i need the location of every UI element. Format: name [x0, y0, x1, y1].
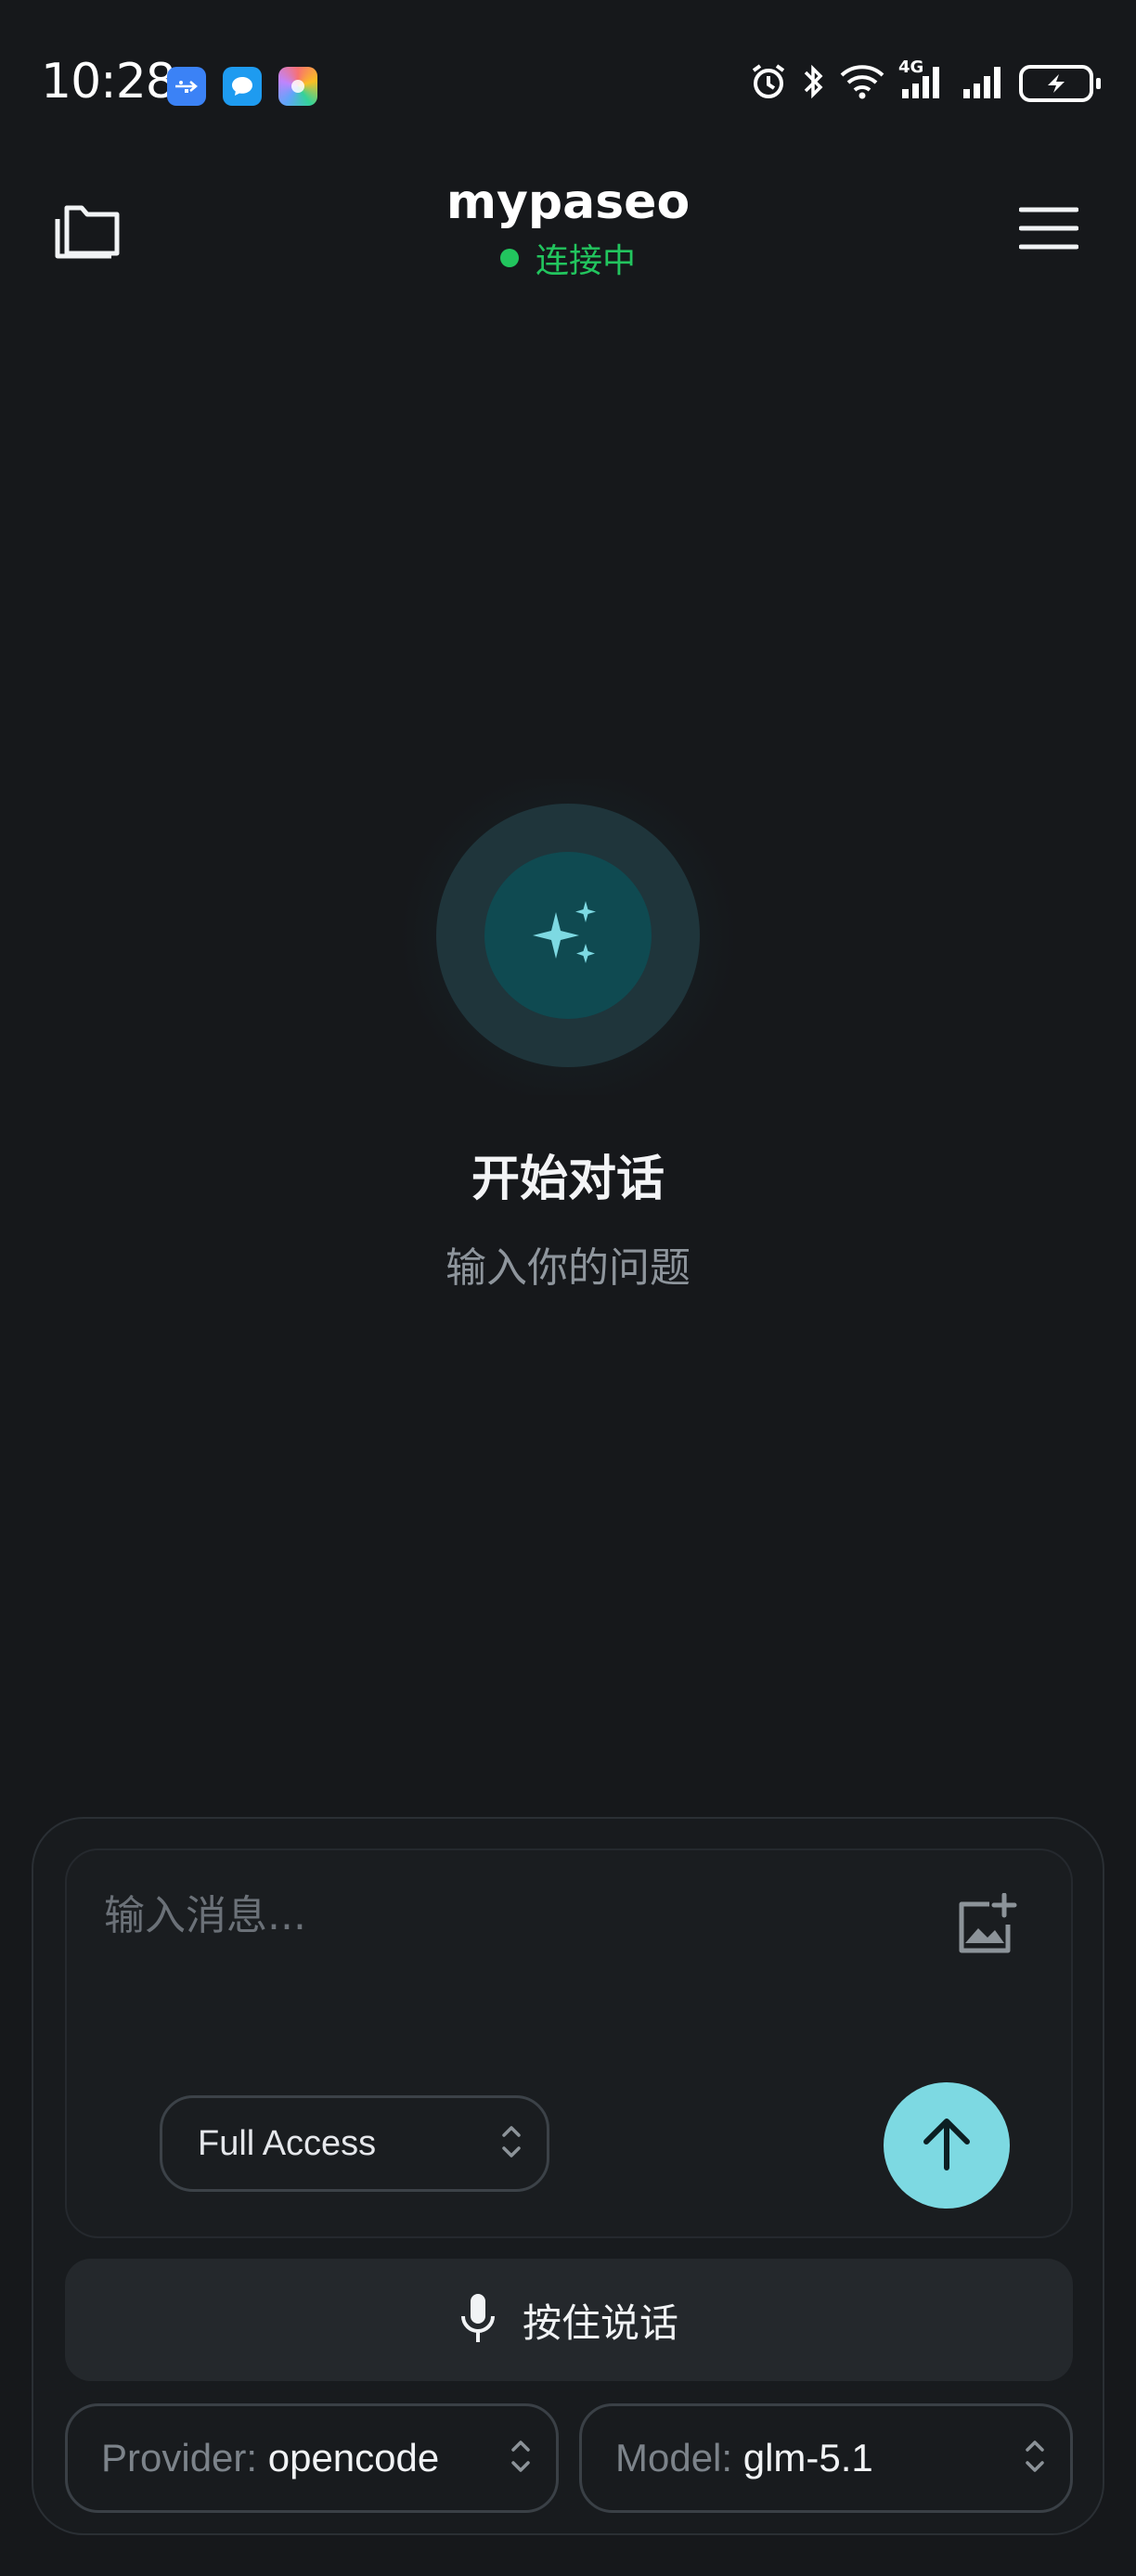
model-select-row: Provider: opencode Model: glm-5.1 — [65, 2403, 1073, 2513]
chevron-updown-icon — [1024, 2433, 1046, 2484]
bluetooth-icon — [802, 61, 826, 106]
sparkles-icon — [526, 892, 610, 979]
hero-badge-inner — [484, 852, 652, 1019]
message-input[interactable] — [102, 1882, 904, 1949]
status-time: 10:28 — [41, 54, 176, 109]
attach-image-button[interactable] — [949, 1891, 1023, 1965]
app-header: mypaseo 连接中 — [0, 167, 1136, 288]
model-value: glm-5.1 — [742, 2436, 873, 2479]
hold-to-talk-label: 按住说话 — [522, 2299, 678, 2346]
network-label: 4G — [898, 58, 924, 77]
provider-select[interactable]: Provider: opencode — [65, 2403, 559, 2513]
send-button[interactable] — [884, 2082, 1010, 2209]
connection-status-text: 连接中 — [535, 242, 636, 280]
folder-button[interactable] — [45, 187, 130, 273]
app-icon — [278, 67, 317, 106]
microphone-icon — [459, 2292, 497, 2348]
battery-charging-icon — [1019, 65, 1101, 102]
header-title-block: mypaseo 连接中 — [336, 173, 800, 282]
model-select[interactable]: Model: glm-5.1 — [579, 2403, 1073, 2513]
connection-status: 连接中 — [336, 234, 800, 282]
status-indicators: 4G — [748, 58, 1101, 106]
chevron-updown-icon — [500, 2119, 523, 2169]
provider-value: opencode — [267, 2436, 440, 2479]
status-dot — [499, 249, 519, 267]
notification-icons — [167, 67, 317, 106]
hero-badge — [436, 804, 700, 1067]
model-select-text: Model: glm-5.1 — [615, 2436, 1024, 2480]
access-mode-label: Full Access — [198, 2123, 377, 2163]
composer-panel: Full Access 按住说话 Provider: opencode — [32, 1817, 1104, 2535]
usb-icon — [167, 67, 206, 106]
folder-icon — [50, 195, 124, 265]
wifi-icon — [839, 63, 885, 104]
provider-key: Provider: — [101, 2436, 268, 2479]
signal-icon — [962, 61, 1006, 106]
empty-state-title: 开始对话 — [471, 1152, 665, 1207]
chevron-updown-icon — [510, 2433, 532, 2484]
arrow-up-icon — [919, 2114, 975, 2177]
status-bar: 10:28 4G — [0, 0, 1136, 176]
4g-signal-icon: 4G — [898, 58, 949, 106]
provider-select-text: Provider: opencode — [101, 2436, 510, 2480]
empty-state-subtitle: 输入你的问题 — [445, 1244, 691, 1292]
hold-to-talk-button[interactable]: 按住说话 — [65, 2259, 1073, 2381]
access-mode-select[interactable]: Full Access — [160, 2095, 549, 2192]
message-box: Full Access — [65, 1848, 1073, 2238]
alarm-icon — [748, 61, 789, 106]
page-title: mypaseo — [445, 174, 691, 230]
message-icon — [223, 67, 262, 106]
image-add-icon — [952, 1892, 1019, 1964]
model-key: Model: — [615, 2436, 743, 2479]
menu-button[interactable] — [1006, 187, 1091, 273]
menu-icon — [1018, 205, 1079, 255]
